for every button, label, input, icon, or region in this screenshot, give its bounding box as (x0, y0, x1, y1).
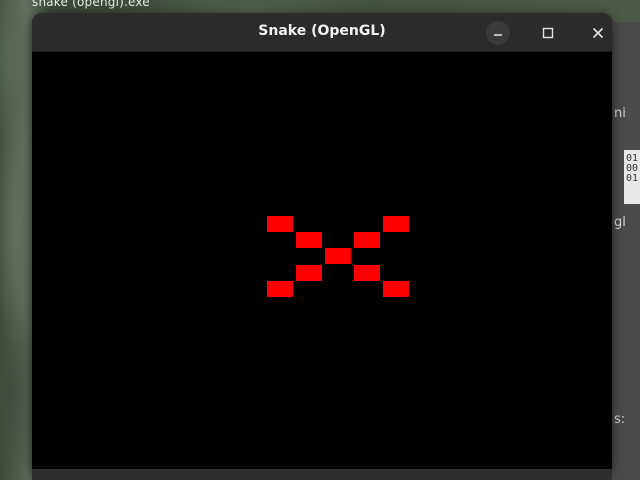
close-icon (592, 27, 604, 39)
minimize-icon (494, 34, 502, 36)
snake-segment (383, 280, 409, 297)
window-title: Snake (OpenGL) (258, 23, 386, 39)
snake-segment (383, 216, 409, 233)
background-window-title: snake (opengl).exe (32, 0, 150, 9)
snake-segment (354, 232, 380, 249)
background-app-code-block: 01 00 01 (624, 150, 640, 204)
snake-segment (354, 264, 380, 281)
background-app-text-3: s: (614, 412, 626, 427)
background-app-text-2: gl (614, 215, 626, 230)
background-app-text-1: ni (614, 106, 626, 121)
window-titlebar[interactable]: Snake (OpenGL) (32, 13, 612, 52)
snake-segment (296, 264, 322, 281)
snake-segment (267, 280, 293, 297)
code-line: 01 (626, 173, 639, 184)
minimize-button[interactable] (486, 21, 510, 45)
snake-window[interactable]: Snake (OpenGL) (32, 13, 612, 469)
snake-segment (296, 232, 322, 249)
snake-segment (267, 216, 293, 233)
close-button[interactable] (586, 21, 610, 45)
game-canvas[interactable] (32, 52, 612, 469)
maximize-button[interactable] (536, 21, 560, 45)
window-bottom-edge (32, 469, 612, 480)
maximize-icon (542, 27, 554, 39)
snake-segment (325, 248, 351, 265)
